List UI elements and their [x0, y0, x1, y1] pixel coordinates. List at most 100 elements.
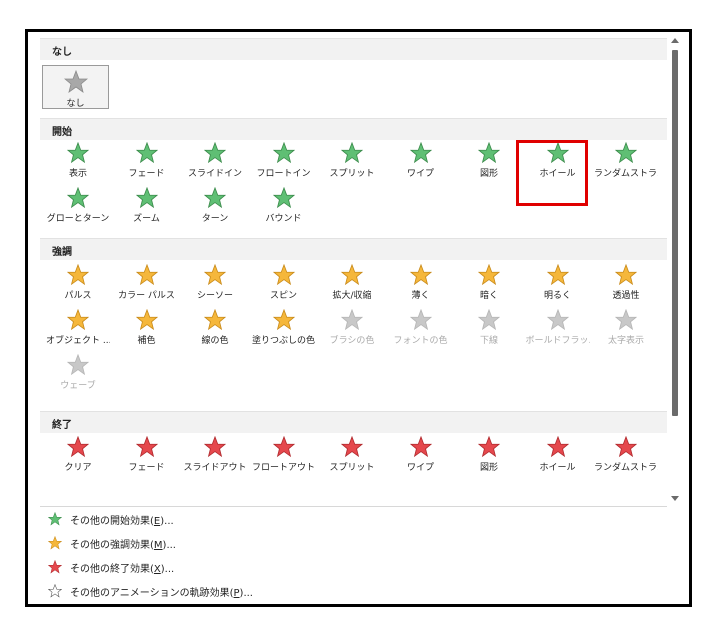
- star-disappear-icon: [67, 436, 89, 458]
- green-star-icon: [48, 512, 62, 526]
- star-fly-out-icon: [204, 436, 226, 458]
- effect-label: 塗りつぶしの色: [251, 336, 316, 346]
- effect-emphasis-11[interactable]: 線の色: [183, 309, 247, 353]
- effect-entrance-3[interactable]: フロートイン: [252, 142, 316, 186]
- star-bold-flash-icon: [546, 309, 569, 331]
- effect-label: シーソー: [196, 291, 233, 301]
- menu-item-3[interactable]: その他のアニメーションの軌跡効果(P)...: [40, 579, 667, 603]
- effect-entrance-0[interactable]: 表示: [46, 142, 110, 186]
- effect-exit-3[interactable]: フロートアウト: [252, 436, 316, 480]
- effect-exit-5[interactable]: ワイプ: [389, 436, 453, 480]
- effect-exit-7[interactable]: ホイール: [526, 436, 590, 480]
- effect-label: スプリット: [329, 169, 375, 179]
- menu-item-label: その他の強調効果(M)...: [70, 539, 176, 551]
- scroll-down-icon[interactable]: [671, 496, 679, 501]
- outline-star-icon: [48, 584, 62, 598]
- effect-entrance-12[interactable]: バウンド: [252, 187, 316, 231]
- effect-emphasis-5[interactable]: 薄く: [389, 264, 453, 308]
- menu-item-label: その他の開始効果(E)...: [70, 515, 174, 527]
- effect-label: ワイプ: [406, 463, 434, 473]
- scroll-up-icon[interactable]: [671, 38, 679, 43]
- star-fade-icon: [135, 142, 158, 164]
- star-split-out-icon: [341, 436, 363, 458]
- star-shape-icon: [478, 142, 500, 164]
- effect-exit-4[interactable]: スプリット: [320, 436, 384, 480]
- section-header-exit: 終了: [40, 411, 667, 433]
- star-teeter-icon: [204, 264, 226, 286]
- effect-entrance-8[interactable]: ランダムストラ...: [594, 142, 658, 186]
- effect-emphasis-10[interactable]: 補色: [115, 309, 179, 353]
- effect-exit-6[interactable]: 図形: [457, 436, 521, 480]
- effect-emphasis-9[interactable]: オブジェクト ...: [46, 309, 110, 353]
- more-effects-menu: その他の開始効果(E)... その他の強調効果(M)... その他の終了効果(X).…: [40, 506, 667, 603]
- effect-entrance-5[interactable]: ワイプ: [389, 142, 453, 186]
- effect-emphasis-7[interactable]: 明るく: [526, 264, 590, 308]
- effect-emphasis-0[interactable]: パルス: [46, 264, 110, 308]
- effect-label: スピン: [269, 291, 297, 301]
- effect-entrance-10[interactable]: ズーム: [115, 187, 179, 231]
- effect-entrance-9[interactable]: グローとターン: [46, 187, 110, 231]
- effect-label: グローとターン: [46, 214, 110, 224]
- star-wipe-icon: [409, 142, 432, 164]
- effect-emphasis-6[interactable]: 暗く: [457, 264, 521, 308]
- menu-item-2[interactable]: その他の終了効果(X)...: [40, 555, 667, 579]
- scrollbar-thumb[interactable]: [672, 50, 678, 416]
- effect-exit-0[interactable]: クリア: [46, 436, 110, 480]
- effect-exit-2[interactable]: スライドアウト: [183, 436, 247, 480]
- star-darken-icon: [478, 264, 500, 286]
- effect-emphasis-15: 下線: [457, 309, 521, 353]
- effect-label: スライドイン: [187, 169, 242, 179]
- star-brush-color-icon: [341, 309, 363, 331]
- effect-emphasis-12[interactable]: 塗りつぶしの色: [252, 309, 316, 353]
- effect-label: 透過性: [612, 291, 640, 301]
- effect-emphasis-8[interactable]: 透過性: [594, 264, 658, 308]
- effect-label: フロートイン: [256, 169, 311, 179]
- effect-emphasis-4[interactable]: 拡大/収縮: [320, 264, 384, 308]
- gallery-scrollbar[interactable]: [670, 38, 680, 503]
- star-random-bars-icon: [615, 142, 637, 164]
- star-spin-icon: [272, 264, 295, 286]
- star-fly-in-icon: [204, 142, 226, 164]
- star-wave-icon: [67, 354, 89, 376]
- effect-label: ランダムストラ...: [594, 169, 658, 179]
- effect-emphasis-3[interactable]: スピン: [252, 264, 316, 308]
- yellow-star-icon: [48, 536, 62, 550]
- star-fill-color-icon: [272, 309, 295, 331]
- star-color-pulse-icon: [135, 264, 158, 286]
- effect-label: 拡大/収縮: [332, 291, 372, 301]
- star-lighten-icon: [546, 264, 569, 286]
- effect-entrance-2[interactable]: スライドイン: [183, 142, 247, 186]
- effect-label: バウンド: [265, 214, 302, 224]
- effect-label: ウェーブ: [60, 381, 96, 391]
- effect-entrance-4[interactable]: スプリット: [320, 142, 384, 186]
- star-swivel-icon: [204, 187, 226, 209]
- star-desaturate-icon: [409, 264, 432, 286]
- star-shape-out-icon: [478, 436, 500, 458]
- effect-label: ボールドフラッ...: [525, 336, 590, 346]
- effect-exit-8[interactable]: ランダムストラ...: [594, 436, 658, 480]
- effect-entrance-6[interactable]: 図形: [457, 142, 521, 186]
- effect-entrance-1[interactable]: フェード: [115, 142, 179, 186]
- effect-label: 下線: [479, 336, 498, 346]
- effect-label: 明るく: [543, 291, 571, 301]
- section-header-emphasis: 強調: [40, 238, 667, 260]
- effect-label: ホイール: [539, 463, 576, 473]
- star-grow-shrink-icon: [341, 264, 363, 286]
- animation-none[interactable]: なし: [42, 65, 109, 109]
- star-wipe-out-icon: [409, 436, 432, 458]
- star-float-in-icon: [272, 142, 295, 164]
- menu-item-0[interactable]: その他の開始効果(E)...: [40, 507, 667, 531]
- star-fade-out-icon: [135, 436, 158, 458]
- effect-exit-1[interactable]: フェード: [115, 436, 179, 480]
- effect-emphasis-14: フォントの色: [389, 309, 453, 353]
- effect-label: パルス: [64, 291, 92, 301]
- star-none-icon: [63, 70, 88, 93]
- menu-item-1[interactable]: その他の強調効果(M)...: [40, 531, 667, 555]
- star-underline-icon: [478, 309, 500, 331]
- effect-entrance-11[interactable]: ターン: [183, 187, 247, 231]
- star-complementary-icon: [135, 309, 158, 331]
- effect-label: スプリット: [329, 463, 375, 473]
- effect-emphasis-2[interactable]: シーソー: [183, 264, 247, 308]
- animation-gallery: なし なし 開始 表示 フェード スライドイン フロートイン スプリット ワイプ 図形 ホイー…: [40, 38, 667, 503]
- effect-emphasis-1[interactable]: カラー パルス: [115, 264, 179, 308]
